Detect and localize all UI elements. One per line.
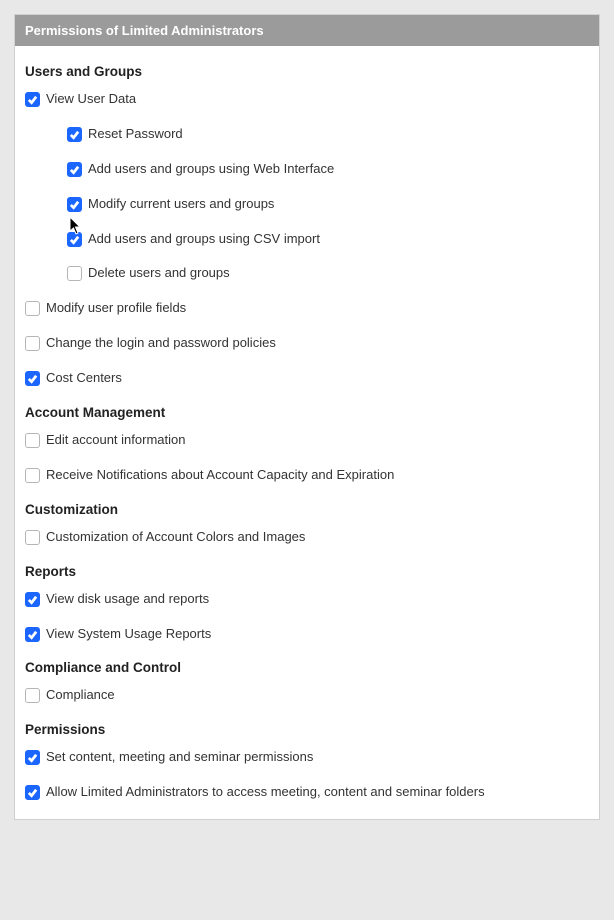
checkbox-set-content[interactable] — [25, 750, 40, 765]
label-add-web: Add users and groups using Web Interface — [88, 161, 334, 178]
section-users-groups: Users and Groups — [25, 64, 589, 79]
label-change-login: Change the login and password policies — [46, 335, 276, 352]
checkbox-disk-usage[interactable] — [25, 592, 40, 607]
perm-set-content: Set content, meeting and seminar permiss… — [25, 749, 589, 766]
section-reports: Reports — [25, 564, 589, 579]
checkbox-edit-account[interactable] — [25, 433, 40, 448]
section-permissions: Permissions — [25, 722, 589, 737]
checkbox-delete-ug[interactable] — [67, 266, 82, 281]
section-account: Account Management — [25, 405, 589, 420]
perm-view-user-data: View User Data — [25, 91, 589, 108]
permissions-panel: Permissions of Limited Administrators Us… — [14, 14, 600, 820]
checkbox-reset-password[interactable] — [67, 127, 82, 142]
perm-modify-profile: Modify user profile fields — [25, 300, 589, 317]
label-modify-current: Modify current users and groups — [88, 196, 274, 213]
checkbox-modify-profile[interactable] — [25, 301, 40, 316]
checkbox-add-csv[interactable] — [67, 232, 82, 247]
section-compliance: Compliance and Control — [25, 660, 589, 675]
perm-reset-password: Reset Password — [67, 126, 589, 143]
label-compliance: Compliance — [46, 687, 115, 704]
checkbox-cost-centers[interactable] — [25, 371, 40, 386]
checkbox-compliance[interactable] — [25, 688, 40, 703]
panel-body: Users and Groups View User Data Reset Pa… — [15, 46, 599, 819]
label-add-csv: Add users and groups using CSV import — [88, 231, 320, 248]
label-reset-password: Reset Password — [88, 126, 183, 143]
panel-title: Permissions of Limited Administrators — [15, 15, 599, 46]
perm-colors-images: Customization of Account Colors and Imag… — [25, 529, 589, 546]
perm-add-web: Add users and groups using Web Interface — [67, 161, 589, 178]
perm-system-usage: View System Usage Reports — [25, 626, 589, 643]
label-receive-notif: Receive Notifications about Account Capa… — [46, 467, 394, 484]
perm-disk-usage: View disk usage and reports — [25, 591, 589, 608]
label-colors-images: Customization of Account Colors and Imag… — [46, 529, 305, 546]
perm-modify-current: Modify current users and groups — [67, 196, 589, 213]
checkbox-allow-limited[interactable] — [25, 785, 40, 800]
checkbox-colors-images[interactable] — [25, 530, 40, 545]
perm-edit-account: Edit account information — [25, 432, 589, 449]
perm-receive-notif: Receive Notifications about Account Capa… — [25, 467, 589, 484]
label-set-content: Set content, meeting and seminar permiss… — [46, 749, 313, 766]
perm-change-login: Change the login and password policies — [25, 335, 589, 352]
label-view-user-data: View User Data — [46, 91, 136, 108]
label-edit-account: Edit account information — [46, 432, 185, 449]
checkbox-receive-notif[interactable] — [25, 468, 40, 483]
perm-cost-centers: Cost Centers — [25, 370, 589, 387]
checkbox-system-usage[interactable] — [25, 627, 40, 642]
label-cost-centers: Cost Centers — [46, 370, 122, 387]
label-allow-limited: Allow Limited Administrators to access m… — [46, 784, 485, 801]
perm-compliance: Compliance — [25, 687, 589, 704]
label-system-usage: View System Usage Reports — [46, 626, 211, 643]
perm-add-csv: Add users and groups using CSV import — [67, 231, 589, 248]
checkbox-modify-current[interactable] — [67, 197, 82, 212]
label-modify-profile: Modify user profile fields — [46, 300, 186, 317]
checkbox-view-user-data[interactable] — [25, 92, 40, 107]
label-disk-usage: View disk usage and reports — [46, 591, 209, 608]
perm-allow-limited: Allow Limited Administrators to access m… — [25, 784, 589, 801]
label-delete-ug: Delete users and groups — [88, 265, 230, 282]
perm-delete-ug: Delete users and groups — [67, 265, 589, 282]
checkbox-change-login[interactable] — [25, 336, 40, 351]
section-customization: Customization — [25, 502, 589, 517]
checkbox-add-web[interactable] — [67, 162, 82, 177]
